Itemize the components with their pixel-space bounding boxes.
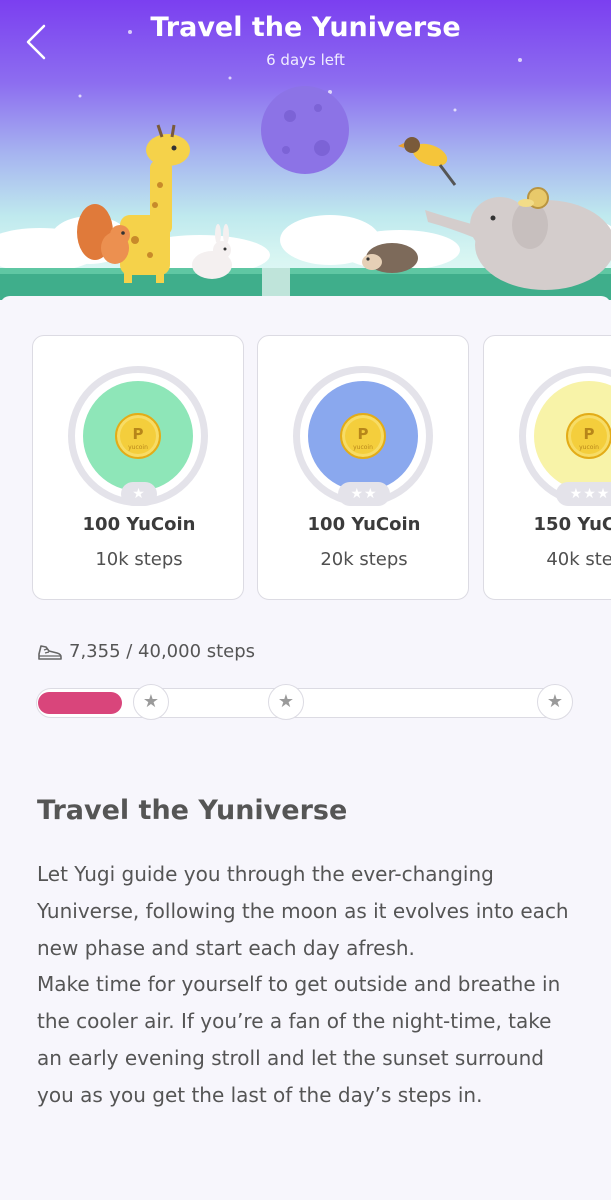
page-title: Travel the Yuniverse [150, 12, 461, 43]
svg-text:yucoin: yucoin [128, 444, 148, 451]
svg-text:yucoin: yucoin [353, 444, 373, 451]
badge-disc: Pyucoin [83, 381, 193, 491]
milestone-marker-2: ★ [268, 684, 304, 720]
reward-card-20k[interactable]: Pyucoin ★★ 100 YuCoin 20k steps [257, 335, 469, 600]
challenge-title: Travel the Yuniverse [37, 795, 348, 826]
description-paragraph-1: Let Yugi guide you through the ever-chan… [37, 862, 569, 960]
steps-requirement: 20k steps [320, 549, 408, 570]
star-rating-badge: ★ [121, 482, 157, 506]
sneaker-icon [38, 645, 62, 660]
bird-illustration [398, 137, 457, 186]
reward-card-40k[interactable]: Pyucoin ★★★ 150 YuCoin 40k steps [483, 335, 611, 600]
svg-text:P: P [358, 425, 369, 443]
yucoin-icon: Pyucoin [115, 413, 161, 459]
badge-disc: Pyucoin [308, 381, 418, 491]
steps-progress-label: 7,355 / 40,000 steps [37, 640, 255, 662]
progress-fill [38, 692, 122, 714]
svg-text:yucoin: yucoin [579, 444, 599, 451]
reward-card-10k[interactable]: Pyucoin ★ 100 YuCoin 10k steps [32, 335, 244, 600]
days-left-label: 6 days left [266, 51, 345, 69]
reward-cards-carousel[interactable]: Pyucoin ★ 100 YuCoin 10k steps Pyucoin ★… [32, 335, 611, 600]
yucoin-icon: Pyucoin [566, 413, 611, 459]
animal-scene-illustration [0, 30, 611, 300]
hero-banner: Travel the Yuniverse 6 days left [0, 0, 611, 300]
reward-amount: 100 YuCoin [82, 514, 196, 535]
badge-disc: Pyucoin [534, 381, 611, 491]
steps-progress-bar: ★ ★ ★ [36, 684, 573, 720]
steps-count: 7,355 / 40,000 steps [69, 640, 256, 662]
steps-requirement: 40k steps [546, 549, 611, 570]
moon-illustration [261, 86, 349, 174]
reward-amount: 100 YuCoin [307, 514, 421, 535]
star-rating-badge: ★★ [338, 482, 390, 506]
description-paragraph-2: Make time for yourself to get outside an… [37, 972, 561, 1107]
svg-text:P: P [584, 425, 595, 443]
star-rating-badge: ★★★ [556, 482, 611, 506]
steps-requirement: 10k steps [95, 549, 183, 570]
milestone-marker-3: ★ [537, 684, 573, 720]
squirrel-illustration [77, 204, 130, 264]
svg-text:P: P [133, 425, 144, 443]
reward-amount: 150 YuCoin [533, 514, 611, 535]
milestone-marker-1: ★ [133, 684, 169, 720]
yucoin-icon: Pyucoin [340, 413, 386, 459]
